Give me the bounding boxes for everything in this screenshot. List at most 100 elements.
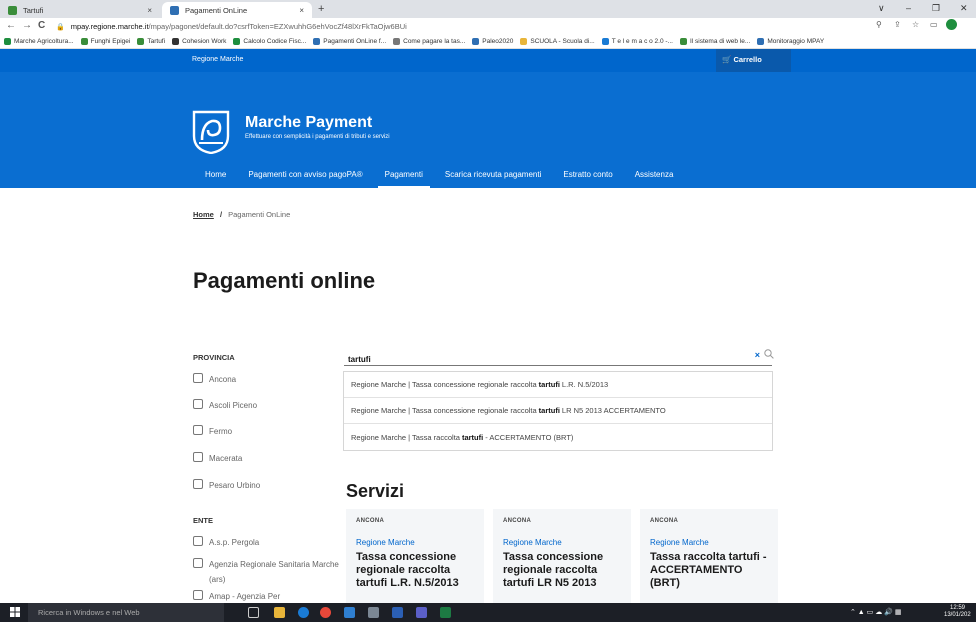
bookmark-item[interactable]: Come pagare la tas... xyxy=(393,37,465,45)
service-card[interactable]: ANCONA Regione Marche Tassa raccolta tar… xyxy=(640,509,778,604)
bookmark-label: Paleo2020 xyxy=(482,37,514,45)
provincia-checkbox[interactable]: Ancona xyxy=(193,372,349,387)
card-service-name[interactable]: Tassa concessione regionale raccolta tar… xyxy=(503,551,621,590)
bookmark-label: Pagamenti OnLine f... xyxy=(323,37,387,45)
system-tray-icons[interactable]: ⌃ ▲ ▭ ☁ 🔊 ▦ xyxy=(850,608,901,616)
ente-checkbox[interactable]: Agenzia Regionale Sanitaria Marche (ars) xyxy=(193,557,349,587)
new-tab-button[interactable]: + xyxy=(318,3,324,15)
clock-time: 12:59 xyxy=(950,605,966,611)
bookmark-favicon-icon xyxy=(80,37,88,45)
provincia-checkbox[interactable]: Pesaro Urbino xyxy=(193,478,349,493)
provincia-checkbox[interactable]: Macerata xyxy=(193,451,349,466)
bookmark-favicon-icon xyxy=(4,37,11,45)
file-explorer-icon[interactable] xyxy=(274,607,285,618)
profile-avatar-icon[interactable] xyxy=(946,19,957,30)
checkbox-box[interactable] xyxy=(193,399,203,409)
checkbox-box[interactable] xyxy=(193,536,203,546)
clear-search-icon[interactable]: × xyxy=(755,350,760,360)
tab-pagamenti-online[interactable]: Pagamenti OnLine × xyxy=(162,2,312,18)
nav-home[interactable]: Home xyxy=(192,170,237,188)
nav-scarica-ricevuta[interactable]: Scarica ricevuta pagamenti xyxy=(434,170,553,188)
sidebar-icon[interactable]: ▭ xyxy=(930,20,938,29)
tab-tartufi[interactable]: Tartufi × xyxy=(0,2,160,18)
card-service-name[interactable]: Tassa raccolta tartufi - ACCERTAMENTO (B… xyxy=(650,551,768,590)
search-input[interactable] xyxy=(344,352,724,367)
breadcrumb-home[interactable]: Home xyxy=(193,210,214,219)
suggestion-text: Regione Marche | Tassa concessione regio… xyxy=(351,406,537,415)
bookmark-item[interactable]: Pagamenti OnLine f... xyxy=(313,37,387,45)
suggestion-item[interactable]: Regione Marche | Tassa concessione regio… xyxy=(344,372,772,398)
bookmark-item[interactable]: Funghi Epigei xyxy=(80,37,131,45)
word-icon[interactable] xyxy=(392,607,403,618)
bookmark-item[interactable]: Paleo2020 xyxy=(472,37,514,45)
edge-icon[interactable] xyxy=(298,607,309,618)
maximize-button[interactable]: ❐ xyxy=(932,3,940,14)
bookmark-item[interactable]: Monitoraggio MPAY xyxy=(757,37,824,45)
task-view-icon[interactable] xyxy=(248,607,259,618)
bookmark-favicon-icon xyxy=(679,37,687,45)
search-icon[interactable] xyxy=(764,349,774,361)
service-card[interactable]: ANCONA Regione Marche Tassa concessione … xyxy=(493,509,631,604)
forward-button[interactable]: → xyxy=(22,20,32,31)
cart-button[interactable]: 🛒 Carrello xyxy=(722,55,762,64)
checkbox-box[interactable] xyxy=(193,452,203,462)
zoom-icon[interactable]: ⚲ xyxy=(876,20,882,29)
provincia-checkbox[interactable]: Ascoli Piceno xyxy=(193,398,349,413)
minimize-button[interactable]: – xyxy=(906,3,911,13)
bookmark-item[interactable]: Marche Agricoltura... xyxy=(4,37,74,45)
tab-close-icon[interactable]: × xyxy=(299,6,304,15)
address-bar[interactable]: 🔒 mpay.regione.marche.it /mpay/pagonet/d… xyxy=(56,20,886,33)
taskbar-clock[interactable]: 12:59 13/01/202 xyxy=(944,605,971,619)
bookmark-item[interactable]: SCUOLA - Scuola di... xyxy=(520,37,595,45)
nav-assistenza[interactable]: Assistenza xyxy=(624,170,685,188)
taskbar-search-input[interactable]: Ricerca in Windows e nel Web xyxy=(28,603,224,622)
suggestion-item[interactable]: Regione Marche | Tassa raccolta tartufi … xyxy=(344,424,772,450)
checkbox-box[interactable] xyxy=(193,558,203,568)
service-card[interactable]: ANCONA Regione Marche Tassa concessione … xyxy=(346,509,484,604)
checkbox-box[interactable] xyxy=(193,425,203,435)
app-icon[interactable] xyxy=(344,607,355,618)
checkbox-label: Macerata xyxy=(209,454,243,463)
bookmark-label: Marche Agricoltura... xyxy=(14,37,74,45)
bookmarks-bar: Marche Agricoltura... Funghi Epigei Tartuf… xyxy=(0,34,976,49)
tab-search-icon[interactable]: ∨ xyxy=(878,3,885,14)
tab-close-icon[interactable]: × xyxy=(147,6,152,15)
provincia-checkbox[interactable]: Fermo xyxy=(193,424,349,439)
nav-pagamenti[interactable]: Pagamenti xyxy=(374,170,434,188)
bookmark-favicon-icon xyxy=(233,37,241,45)
checkbox-label: Pesaro Urbino xyxy=(209,481,261,490)
checkbox-box[interactable] xyxy=(193,479,203,489)
bookmark-label: Funghi Epigei xyxy=(90,37,131,45)
page-title: Pagamenti online xyxy=(193,268,376,293)
excel-icon[interactable] xyxy=(440,607,451,618)
app-icon[interactable] xyxy=(368,607,379,618)
reload-button[interactable]: C xyxy=(38,20,45,31)
ente-checkbox[interactable]: A.s.p. Pergola xyxy=(193,535,349,550)
nav-pagamenti-avviso[interactable]: Pagamenti con avviso pagoPA® xyxy=(237,170,373,188)
close-window-button[interactable]: ✕ xyxy=(960,3,968,14)
bookmark-favicon-icon xyxy=(313,37,321,45)
windows-start-icon[interactable] xyxy=(10,607,20,620)
bookmark-item[interactable]: Cohesion Work xyxy=(172,37,226,45)
bookmark-item[interactable]: T e l e m a c o 2.0 -... xyxy=(601,37,673,45)
bookmark-item[interactable]: Calcolo Codice Fisc... xyxy=(233,37,306,45)
teams-icon[interactable] xyxy=(416,607,427,618)
checkbox-box[interactable] xyxy=(193,590,203,600)
clock-date: 13/01/202 xyxy=(944,612,971,618)
nav-estratto-conto[interactable]: Estratto conto xyxy=(552,170,623,188)
bookmark-item[interactable]: Tartufi xyxy=(137,37,165,45)
brand-title[interactable]: Marche Payment xyxy=(245,114,372,132)
bookmark-favicon-icon xyxy=(172,37,180,45)
back-button[interactable]: ← xyxy=(6,20,16,31)
chrome-icon[interactable] xyxy=(320,607,331,618)
ente-checkbox[interactable]: Amap - Agenzia Per xyxy=(193,589,349,604)
checkbox-box[interactable] xyxy=(193,373,203,383)
card-service-name[interactable]: Tassa concessione regionale raccolta tar… xyxy=(356,551,474,590)
suggestion-text: Regione Marche | Tassa concessione regio… xyxy=(351,380,537,389)
region-link[interactable]: Regione Marche xyxy=(192,56,243,63)
bookmark-item[interactable]: Il sistema di web le... xyxy=(679,37,750,45)
bookmark-star-icon[interactable]: ☆ xyxy=(912,20,919,29)
share-icon[interactable]: ⇪ xyxy=(894,20,901,29)
suggestion-item[interactable]: Regione Marche | Tassa concessione regio… xyxy=(344,398,772,424)
checkbox-label: Fermo xyxy=(209,427,233,436)
